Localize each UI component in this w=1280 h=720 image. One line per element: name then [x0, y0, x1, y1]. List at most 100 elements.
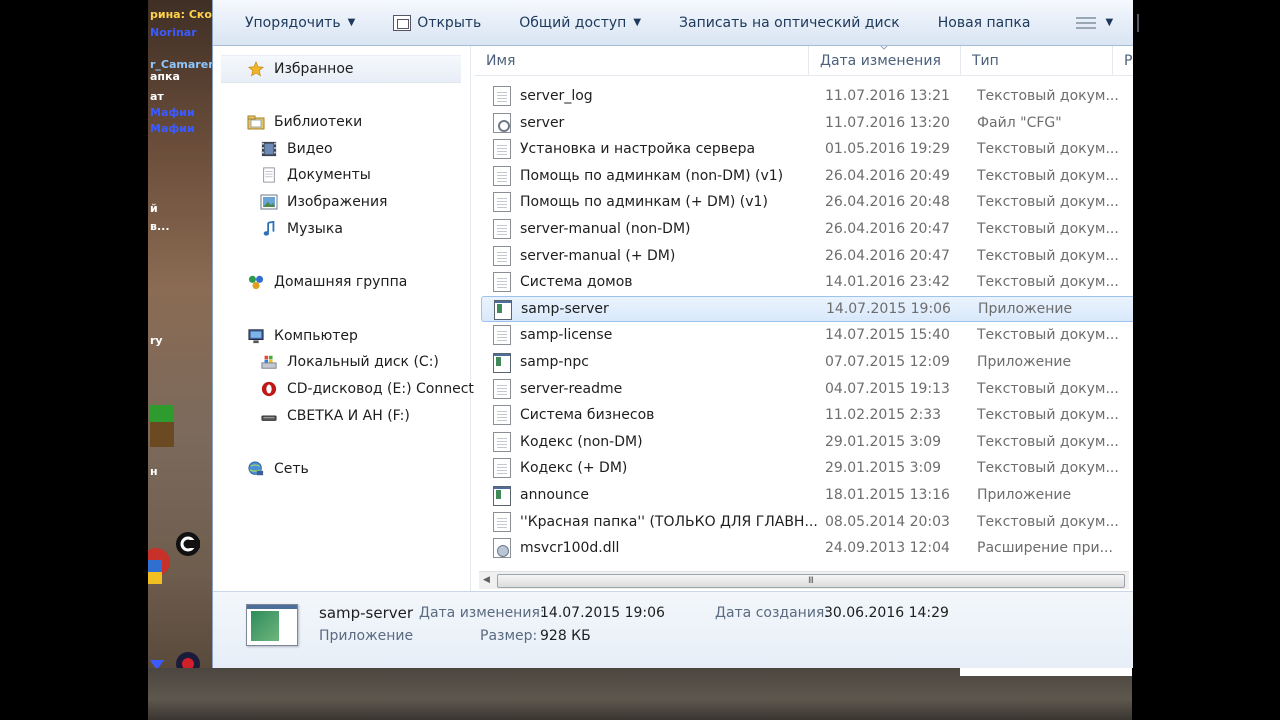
text-document-icon [493, 272, 511, 293]
file-row[interactable]: Система домов 14.01.2016 23:42 Текстовый д… [481, 269, 1133, 295]
organize-button[interactable]: Упорядочить ▼ [213, 0, 371, 46]
nav-label: Музыка [287, 221, 343, 237]
pictures-icon [260, 194, 278, 210]
nav-label: Избранное [274, 61, 354, 77]
chat-line: н [150, 465, 158, 478]
open-button[interactable]: Открыть [371, 0, 497, 46]
file-type: Текстовый докум... [977, 380, 1119, 397]
file-row[interactable]: Помощь по админкам (non-DM) (v1) 26.04.20… [481, 163, 1133, 189]
file-type: Текстовый докум... [977, 327, 1119, 344]
file-row[interactable]: samp-npc 07.07.2015 12:09 Приложение [481, 349, 1133, 375]
nav-item-documents[interactable]: Документы [260, 163, 371, 187]
text-document-icon [493, 458, 511, 479]
file-name: server [520, 114, 565, 131]
nav-label: Изображения [287, 194, 388, 210]
nav-label: Компьютер [274, 328, 358, 344]
file-name: ''Красная папка'' (ТОЛЬКО ДЛЯ ГЛАВН... [520, 513, 818, 530]
nav-item-network[interactable]: Сеть [247, 457, 309, 481]
view-options-icon [1076, 15, 1098, 31]
change-view-button[interactable]: ▼ [1046, 0, 1119, 46]
config-file-icon [493, 112, 511, 133]
background-taskbar-edge [960, 668, 1132, 676]
network-icon [248, 461, 264, 476]
file-row[interactable]: announce 18.01.2015 13:16 Приложение [481, 482, 1133, 508]
text-document-icon [493, 165, 511, 186]
open-label: Открыть [417, 14, 482, 31]
scrollbar-thumb[interactable]: III [497, 574, 1125, 588]
file-row[interactable]: server 11.07.2016 13:20 Файл "CFG" [481, 110, 1133, 136]
file-type: Текстовый докум... [977, 433, 1119, 450]
file-type: Текстовый докум... [977, 88, 1119, 104]
nav-item-images[interactable]: Изображения [260, 190, 387, 214]
column-header-size[interactable]: Р [1113, 46, 1133, 76]
details-file-kind: Приложение [319, 628, 414, 644]
file-row[interactable]: Помощь по админкам (+ DM) (v1) 26.04.2016… [481, 189, 1133, 215]
nav-label: Сеть [274, 461, 309, 477]
burn-disc-button[interactable]: Записать на оптический диск [657, 0, 916, 46]
nav-item-music[interactable]: Музыка [260, 217, 343, 241]
application-icon [493, 353, 511, 373]
cd-drive-icon [261, 381, 277, 397]
file-type: Текстовый докум... [977, 460, 1119, 477]
column-header-label: Тип [972, 53, 999, 69]
film-icon [261, 141, 277, 157]
file-row[interactable]: server-manual (+ DM) 26.04.2016 20:47 Текс… [481, 243, 1133, 269]
file-list: Имя Дата изменения Тип Р server_log 11.07… [475, 46, 1133, 591]
file-row[interactable]: server-manual (non-DM) 26.04.2016 20:47 Те… [481, 216, 1133, 242]
text-document-icon [493, 378, 511, 399]
file-type: Приложение [978, 300, 1073, 317]
column-header-name[interactable]: Имя [475, 46, 809, 76]
file-name: announce [520, 487, 589, 503]
file-row[interactable]: Установка и настройка сервера 01.05.2016 … [481, 136, 1133, 162]
details-size-label: Размер: [480, 628, 538, 644]
details-modified-label: Дата изменения: [419, 605, 545, 621]
new-folder-button[interactable]: Новая папка [916, 0, 1047, 46]
file-date: 14.07.2015 19:06 [826, 300, 951, 317]
file-type: Текстовый докум... [977, 247, 1119, 264]
column-header-date[interactable]: Дата изменения [809, 46, 961, 76]
nav-item-cd-drive[interactable]: CD-дисковод (E:) Connect [260, 377, 474, 401]
column-header-label: Р [1124, 53, 1133, 69]
nav-item-usb-drive[interactable]: СВЕТКА И АН (F:) [260, 404, 410, 428]
scroll-left-icon[interactable]: ◀ [483, 575, 490, 585]
file-date: 26.04.2016 20:49 [825, 167, 950, 184]
text-document-icon [493, 139, 511, 160]
file-row[interactable]: server-readme 04.07.2015 19:13 Текстовый д… [481, 376, 1133, 402]
file-row[interactable]: samp-server 14.07.2015 19:06 Приложение [481, 295, 1133, 322]
nav-item-video[interactable]: Видео [260, 137, 333, 161]
chevron-down-icon: ▼ [633, 17, 642, 28]
file-date: 14.07.2015 15:40 [825, 327, 950, 344]
drive-windows-icon [261, 355, 277, 369]
file-type: Приложение [977, 487, 1072, 503]
horizontal-scrollbar[interactable]: ◀ III [479, 571, 1129, 589]
column-header-type[interactable]: Тип [961, 46, 1113, 76]
file-row[interactable]: samp-license 14.07.2015 15:40 Текстовый до… [481, 322, 1133, 348]
file-type: Текстовый докум... [977, 274, 1119, 291]
text-document-icon [493, 431, 511, 452]
file-date: 08.05.2014 20:03 [825, 513, 950, 530]
nav-item-local-disk[interactable]: Локальный диск (C:) [260, 350, 439, 374]
file-date: 29.01.2015 3:09 [825, 460, 942, 477]
nav-label: Документы [287, 167, 371, 183]
file-row[interactable]: Система бизнесов 11.02.2015 2:33 Текстовый… [481, 402, 1133, 428]
nav-item-favorites[interactable]: Избранное [247, 57, 354, 81]
chat-line: апка [150, 70, 180, 83]
file-name: Помощь по админкам (non-DM) (v1) [520, 167, 784, 184]
share-button[interactable]: Общий доступ ▼ [497, 0, 657, 46]
file-date: 26.04.2016 20:48 [825, 194, 950, 211]
file-row[interactable]: msvcr100d.dll 24.09.2013 12:04 Расширение … [481, 535, 1133, 561]
file-row[interactable]: Кодекс (+ DM) 29.01.2015 3:09 Текстовый до… [481, 455, 1133, 481]
preview-pane-button[interactable] [1137, 13, 1140, 32]
application-icon [493, 486, 511, 506]
sort-arrow-icon [880, 46, 888, 50]
file-type: Текстовый докум... [977, 513, 1119, 530]
file-row[interactable]: Кодекс (non-DM) 29.01.2015 3:09 Текстовый … [481, 429, 1133, 455]
file-row[interactable]: ''Красная папка'' (ТОЛЬКО ДЛЯ ГЛАВН... 08… [481, 509, 1133, 535]
nav-item-homegroup[interactable]: Домашняя группа [247, 270, 407, 294]
file-row[interactable]: server_log 11.07.2016 13:21 Текстовый доку… [481, 83, 1133, 109]
nav-item-libraries[interactable]: Библиотеки [247, 110, 362, 134]
explorer-window: Упорядочить ▼ Открыть Общий доступ ▼ Зап… [212, 0, 1140, 668]
nav-item-computer[interactable]: Компьютер [247, 324, 358, 348]
file-type: Текстовый докум... [977, 407, 1119, 424]
details-file-name: samp-server [319, 604, 414, 622]
